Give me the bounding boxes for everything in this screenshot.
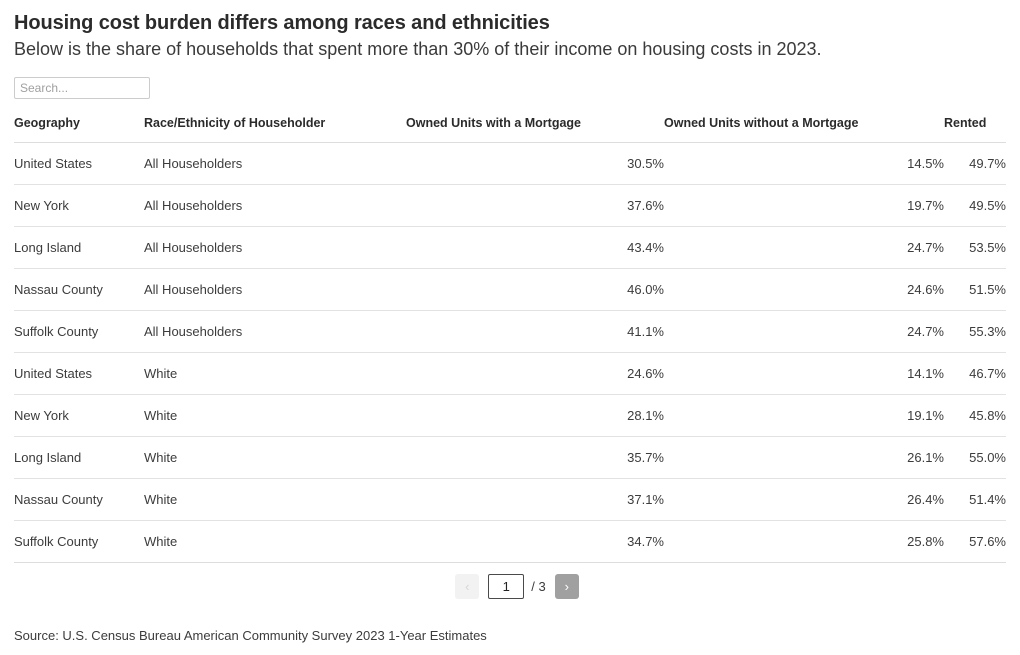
table-row: United States White 24.6% 14.1% 46.7% [14,352,1006,395]
table-body: United States All Householders 30.5% 14.5% 4… [14,142,1006,563]
cell-race-ethnicity: White [144,478,406,521]
cell-rented: 51.4% [944,478,1006,521]
table-row: New York All Householders 37.6% 19.7% 49.5% [14,184,1006,227]
cell-geography: Suffolk County [14,310,144,353]
search-input[interactable] [14,76,150,99]
cell-rented: 49.7% [944,142,1006,185]
cell-geography: Long Island [14,226,144,269]
column-header-geography[interactable]: Geography [14,115,144,143]
table-row: Long Island White 35.7% 26.1% 55.0% [14,436,1006,479]
search-container [0,61,1020,99]
page-number-input[interactable] [488,573,525,599]
column-header-race-ethnicity[interactable]: Race/Ethnicity of Householder [144,115,406,143]
source-note: Source: U.S. Census Bureau American Comm… [14,628,487,643]
table-page: Housing cost burden differs among races … [0,0,1020,655]
column-header-owned-with-mortgage[interactable]: Owned Units with a Mortgage [406,115,664,143]
cell-geography: New York [14,394,144,437]
table-row: New York White 28.1% 19.1% 45.8% [14,394,1006,437]
cell-owned-without-mortgage: 26.1% [664,436,944,479]
cell-owned-with-mortgage: 30.5% [406,142,664,185]
cell-rented: 55.0% [944,436,1006,479]
cell-owned-without-mortgage: 25.8% [664,520,944,563]
cell-owned-with-mortgage: 35.7% [406,436,664,479]
cell-rented: 46.7% [944,352,1006,395]
previous-page-button[interactable]: ‹ [455,573,480,599]
table-row: Nassau County White 37.1% 26.4% 51.4% [14,478,1006,521]
cell-owned-without-mortgage: 26.4% [664,478,944,521]
table-row: Long Island All Householders 43.4% 24.7% 53.… [14,226,1006,269]
cell-rented: 57.6% [944,520,1006,563]
cell-race-ethnicity: All Householders [144,226,406,269]
cell-race-ethnicity: White [144,520,406,563]
page-subtitle: Below is the share of households that sp… [14,39,822,60]
cell-owned-with-mortgage: 28.1% [406,394,664,437]
total-pages-label: / 3 [531,578,546,594]
cell-geography: Nassau County [14,268,144,311]
cell-owned-with-mortgage: 37.6% [406,184,664,227]
cell-owned-without-mortgage: 14.5% [664,142,944,185]
table-header: Geography Race/Ethnicity of Householder … [14,115,1006,143]
cell-geography: Suffolk County [14,520,144,563]
cell-owned-with-mortgage: 46.0% [406,268,664,311]
cell-race-ethnicity: All Householders [144,268,406,311]
cell-rented: 45.8% [944,394,1006,437]
column-header-owned-without-mortgage[interactable]: Owned Units without a Mortgage [664,115,944,143]
cell-owned-without-mortgage: 19.7% [664,184,944,227]
cell-rented: 51.5% [944,268,1006,311]
cell-rented: 49.5% [944,184,1006,227]
cell-owned-with-mortgage: 24.6% [406,352,664,395]
cell-owned-without-mortgage: 14.1% [664,352,944,395]
cell-owned-with-mortgage: 41.1% [406,310,664,353]
cell-rented: 55.3% [944,310,1006,353]
column-header-rented[interactable]: Rented [944,115,1006,143]
cell-race-ethnicity: White [144,394,406,437]
cell-owned-with-mortgage: 43.4% [406,226,664,269]
next-page-button[interactable]: › [554,573,579,599]
cell-owned-with-mortgage: 37.1% [406,478,664,521]
table-row: Nassau County All Householders 46.0% 24.6% 5… [14,268,1006,311]
cell-geography: Long Island [14,436,144,479]
cell-owned-without-mortgage: 19.1% [664,394,944,437]
cell-geography: Nassau County [14,478,144,521]
table-row: Suffolk County White 34.7% 25.8% 57.6% [14,520,1006,563]
cell-rented: 53.5% [944,226,1006,269]
cell-geography: United States [14,142,144,185]
cell-race-ethnicity: White [144,436,406,479]
table-row: United States All Householders 30.5% 14.5% 4… [14,142,1006,185]
cell-owned-without-mortgage: 24.7% [664,226,944,269]
cell-owned-without-mortgage: 24.7% [664,310,944,353]
cell-race-ethnicity: White [144,352,406,395]
table-header-row: Geography Race/Ethnicity of Householder … [14,115,1006,143]
pagination-controls: ‹ / 3 › [0,573,1020,599]
table-row: Suffolk County All Householders 41.1% 24.7%… [14,310,1006,353]
page-title: Housing cost burden differs among races … [14,12,550,34]
cell-race-ethnicity: All Householders [144,142,406,185]
cell-owned-without-mortgage: 24.6% [664,268,944,311]
cell-owned-with-mortgage: 34.7% [406,520,664,563]
cell-race-ethnicity: All Householders [144,310,406,353]
cell-geography: New York [14,184,144,227]
housing-cost-table: Geography Race/Ethnicity of Householder … [14,115,1006,563]
cell-geography: United States [14,352,144,395]
cell-race-ethnicity: All Householders [144,184,406,227]
